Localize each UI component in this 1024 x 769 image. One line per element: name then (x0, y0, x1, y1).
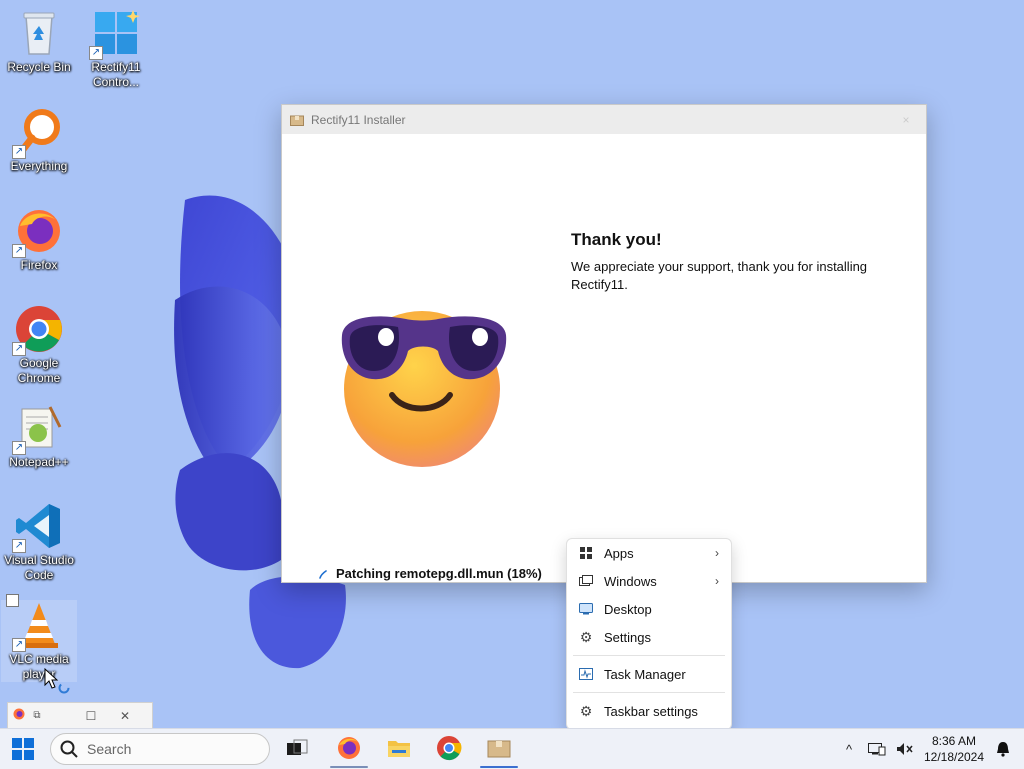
installer-window: Rectify11 Installer × Thank you! We appr… (281, 104, 927, 583)
shortcut-arrow-icon: ↗ (12, 638, 26, 652)
apps-icon (579, 546, 593, 560)
desktop-icon-label: VLC media player (9, 652, 69, 681)
recycle-bin-icon (14, 8, 64, 58)
gear-icon: ⚙ (579, 628, 593, 645)
close-button[interactable]: ✕ (108, 709, 142, 723)
chrome-icon: ↗ (12, 304, 64, 356)
taskbar-search[interactable]: Search (50, 733, 270, 765)
menu-item-label: Windows (604, 573, 657, 589)
search-placeholder: Search (87, 741, 132, 757)
selection-checkbox[interactable] (6, 594, 19, 607)
windows-logo-icon: ↗ (89, 8, 141, 60)
show-hidden-icons-button[interactable]: ^ (840, 729, 858, 769)
sunglasses-emoji-icon (341, 311, 507, 467)
window-title: Rectify11 Installer (311, 112, 406, 127)
installer-content: Thank you! We appreciate your support, t… (282, 134, 926, 581)
gear-icon: ⚙ (579, 702, 593, 719)
magnifier-icon: ↗ (12, 107, 64, 159)
taskbar-clock[interactable]: 8:36 AM 12/18/2024 (918, 733, 990, 765)
menu-item-task-manager[interactable]: Task Manager (567, 660, 731, 688)
desktop-icon-everything[interactable]: ↗ Everything (1, 107, 77, 174)
thank-you-heading: Thank you! (571, 230, 662, 249)
menu-item-label: Desktop (604, 601, 652, 617)
desktop-icon-google-chrome[interactable]: ↗ Google Chrome (1, 304, 77, 386)
desktop-icon-label: Recycle Bin (7, 60, 71, 74)
desktop-icon-vlc-media-player[interactable]: ↗ VLC media player (1, 594, 77, 682)
maximize-button[interactable]: ☐ (74, 709, 108, 723)
installer-titlebar[interactable]: Rectify11 Installer × (282, 105, 926, 134)
shortcut-arrow-icon: ↗ (12, 244, 26, 258)
chevron-right-icon: › (715, 574, 719, 588)
taskbar: Search ^ 8:36 AM 12/18/2024 (0, 728, 1024, 769)
search-icon (60, 740, 78, 758)
shortcut-arrow-icon: ↗ (12, 441, 26, 455)
install-status: Patching remotepg.dll.mun (18%) (318, 566, 542, 581)
desktop-icon-notepad-plus-plus[interactable]: ↗ Notepad++ (1, 403, 77, 470)
menu-item-taskbar-settings[interactable]: ⚙ Taskbar settings (567, 697, 731, 725)
taskbar-installer-button[interactable] (486, 735, 512, 761)
network-icon[interactable] (866, 729, 888, 769)
desktop-icon-recycle-bin[interactable]: Recycle Bin (1, 8, 77, 75)
firefox-icon: ↗ (12, 206, 64, 258)
task-view-button[interactable] (284, 735, 310, 761)
shortcut-arrow-icon: ↗ (12, 145, 26, 159)
clock-date: 12/18/2024 (923, 750, 985, 764)
shortcut-arrow-icon: ↗ (12, 342, 26, 356)
notepad-plus-plus-icon: ↗ (12, 403, 64, 455)
taskbar-file-explorer-button[interactable] (386, 735, 412, 761)
volume-muted-icon[interactable] (894, 729, 916, 769)
status-text: Patching remotepg.dll.mun (18%) (336, 566, 542, 581)
desktop-icon (579, 602, 593, 616)
firefox-icon (8, 708, 30, 723)
menu-separator (573, 692, 725, 693)
menu-item-label: Apps (604, 545, 634, 561)
desktop-icon-label: Notepad++ (9, 455, 69, 469)
taskbar-context-menu: Apps › Windows › Desktop ⚙ Settings Task… (566, 538, 732, 730)
taskbar-chrome-button[interactable] (436, 735, 462, 761)
chevron-right-icon: › (715, 546, 719, 560)
menu-separator (573, 655, 725, 656)
desktop-icon-label: Visual Studio Code (4, 553, 74, 582)
windows-icon (579, 574, 593, 588)
vscode-icon: ↗ (12, 501, 64, 553)
menu-item-apps[interactable]: Apps › (567, 539, 731, 567)
window-thumbnail[interactable]: ⧉ ☐ ✕ (7, 702, 153, 729)
close-button[interactable]: × (886, 113, 926, 127)
desktop-icon-label: Firefox (20, 258, 58, 272)
notifications-bell-icon[interactable] (992, 729, 1014, 769)
menu-item-settings[interactable]: ⚙ Settings (567, 623, 731, 651)
desktop-icon-label: Rectify11 Contro... (91, 60, 141, 89)
thank-you-message: We appreciate your support, thank you fo… (571, 259, 868, 292)
menu-item-label: Settings (604, 629, 651, 645)
start-button[interactable] (12, 738, 34, 760)
vlc-cone-icon: ↗ (6, 594, 64, 652)
desktop-icon-visual-studio-code[interactable]: ↗ Visual Studio Code (1, 501, 77, 583)
desktop-icon-label: Everything (10, 159, 68, 173)
menu-item-windows[interactable]: Windows › (567, 567, 731, 595)
shortcut-arrow-icon: ↗ (89, 46, 103, 60)
busy-cursor-icon (58, 682, 70, 694)
package-icon (290, 115, 304, 126)
task-manager-icon (579, 667, 593, 681)
taskbar-firefox-button[interactable] (336, 735, 362, 761)
menu-item-desktop[interactable]: Desktop (567, 595, 731, 623)
spinner-icon (319, 569, 327, 579)
restore-icon: ⧉ (33, 710, 41, 721)
desktop-icon-rectify11-control[interactable]: ↗ Rectify11 Contro... (78, 8, 154, 90)
menu-item-label: Task Manager (604, 666, 686, 682)
shortcut-arrow-icon: ↗ (12, 539, 26, 553)
menu-item-label: Taskbar settings (604, 703, 698, 719)
clock-time: 8:36 AM (931, 734, 977, 748)
desktop-icon-label: Google Chrome (17, 356, 61, 385)
desktop-icon-firefox[interactable]: ↗ Firefox (1, 206, 77, 273)
